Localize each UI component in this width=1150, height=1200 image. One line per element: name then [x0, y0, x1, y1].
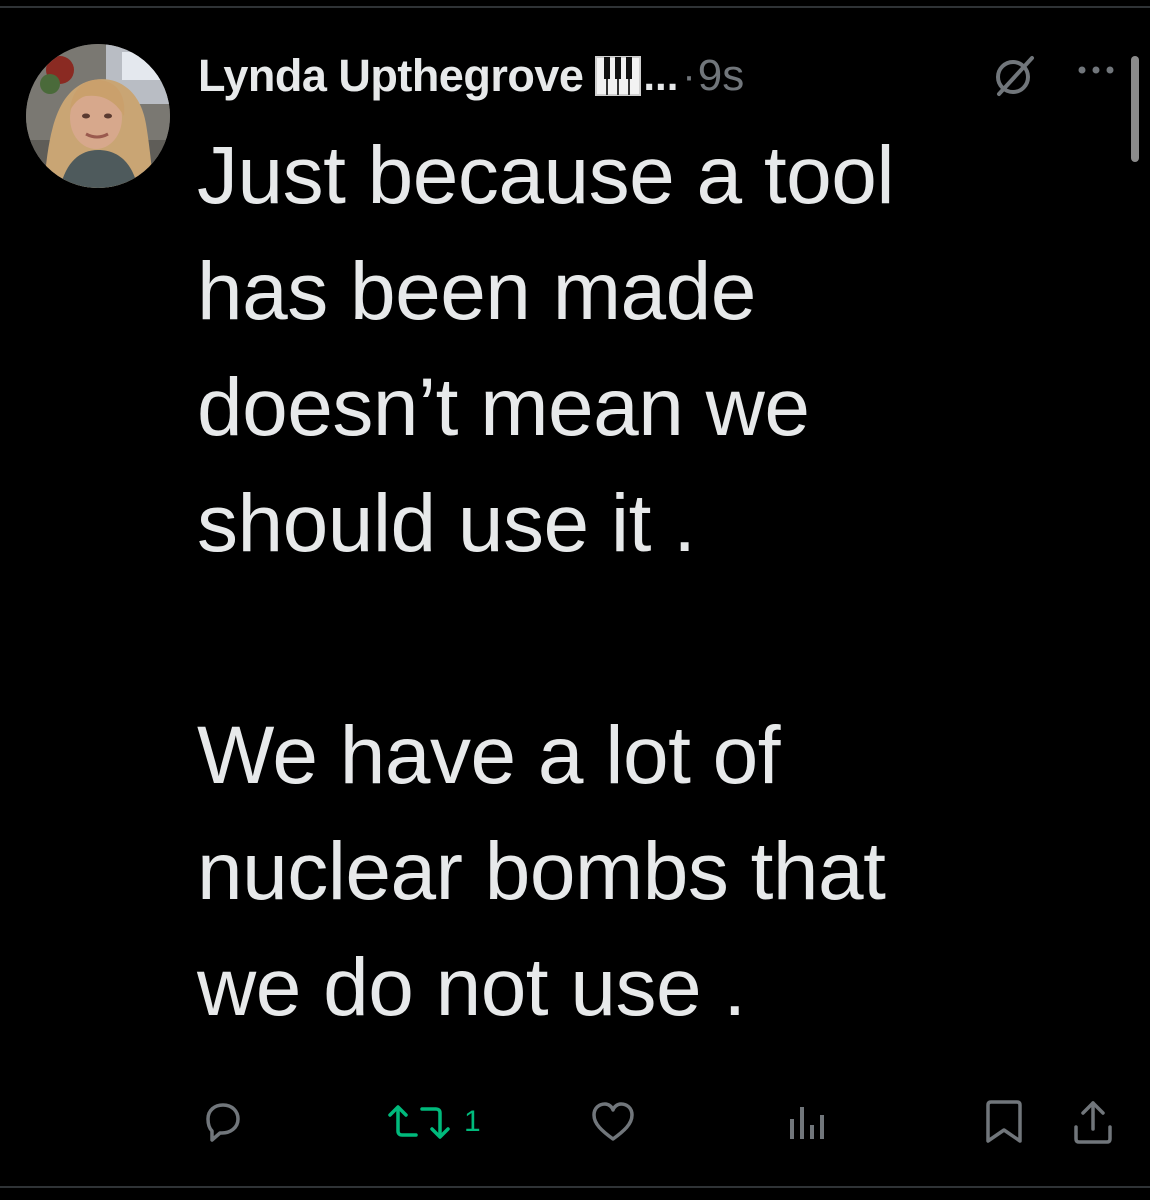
bookmark-icon	[986, 1100, 1022, 1143]
action-bar: 1	[0, 1090, 1150, 1154]
reply-icon	[206, 1103, 240, 1142]
reply-button[interactable]	[196, 1090, 246, 1154]
timestamp[interactable]: 9s	[698, 51, 744, 101]
share-button[interactable]	[1068, 1090, 1118, 1154]
piano-keys-icon	[595, 55, 642, 97]
avatar-image	[26, 44, 170, 188]
views-icon	[790, 1107, 824, 1139]
views-button[interactable]	[786, 1090, 830, 1154]
retweet-icon	[388, 1105, 450, 1139]
author-name[interactable]: Lynda Upthegrove	[198, 50, 584, 102]
bookmark-button[interactable]	[982, 1090, 1026, 1154]
bottom-divider	[0, 1186, 1150, 1188]
like-button[interactable]	[588, 1090, 638, 1154]
name-truncation: ...	[643, 52, 679, 99]
post-header: Lynda Upthegrove ... · 9s	[198, 44, 744, 108]
scrollbar[interactable]	[1131, 56, 1139, 162]
avatar[interactable]	[26, 44, 170, 188]
more-icon[interactable]	[1074, 62, 1118, 78]
heart-icon	[592, 1102, 634, 1141]
retweet-button[interactable]: 1	[386, 1090, 481, 1154]
grok-icon[interactable]	[990, 50, 1040, 100]
top-divider	[0, 6, 1150, 8]
share-icon	[1074, 1101, 1112, 1144]
retweet-count: 1	[464, 1105, 481, 1138]
separator-dot: ·	[682, 53, 696, 98]
post-text: Just because a tool has been made doesn’…	[197, 130, 895, 1033]
